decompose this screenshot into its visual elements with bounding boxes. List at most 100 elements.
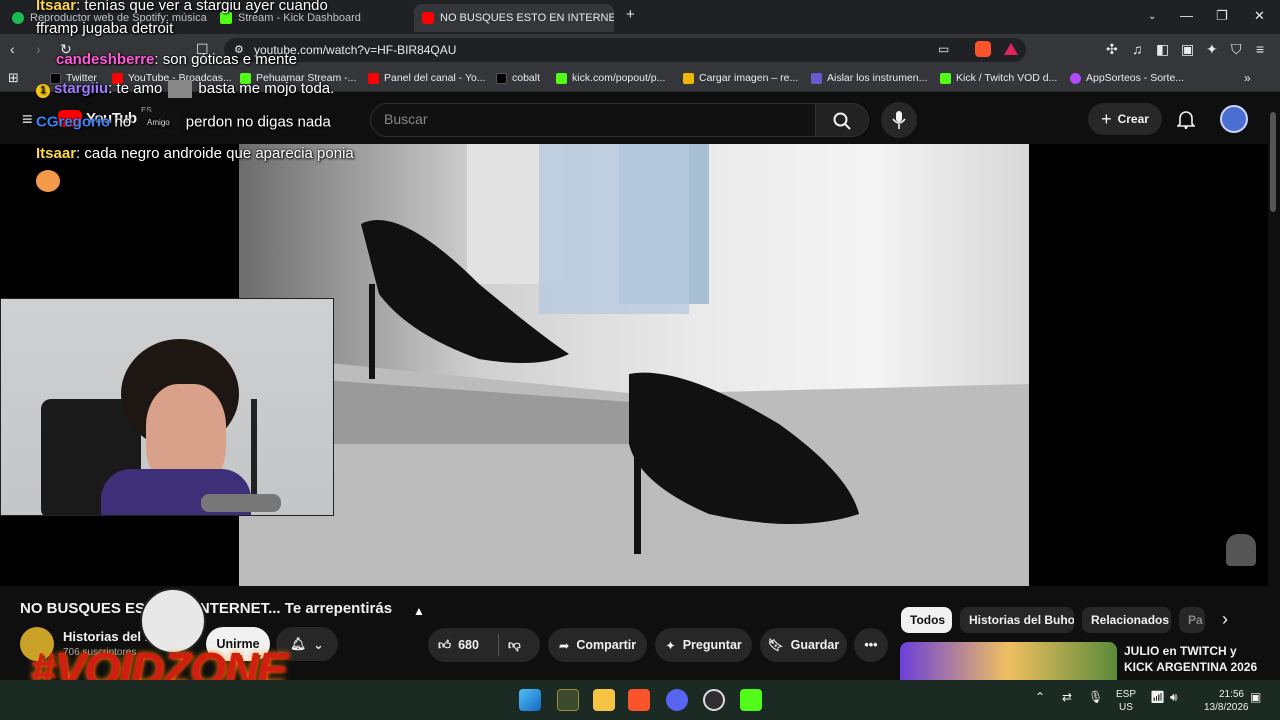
wallet-icon[interactable]: ▣ (1181, 41, 1194, 58)
channel-watermark-owl-icon[interactable] (1226, 534, 1256, 566)
widgets-icon[interactable] (557, 689, 579, 711)
more-bookmarks-icon[interactable]: » (1244, 71, 1251, 85)
bookmark-cargar-imagen[interactable]: Cargar imagen – re... (683, 72, 798, 84)
chips-next-icon[interactable]: › (1222, 609, 1228, 630)
chat-user: candeshberre (56, 51, 155, 68)
chip-todos[interactable]: Todos (901, 607, 952, 633)
share-button[interactable]: ➦ Compartir (548, 628, 647, 662)
youtube-icon (368, 72, 379, 84)
save-icon: 🔖︎ (767, 637, 784, 652)
bookmark-cobalt[interactable]: cobalt (496, 72, 540, 84)
brave-icon[interactable] (628, 689, 650, 711)
appsorteos-icon (1070, 72, 1081, 84)
page-scrollbar[interactable] (1270, 112, 1276, 212)
chat-text: tenías que ver a stargiu ayer cuando (84, 0, 328, 14)
voice-search-button[interactable] (881, 102, 917, 138)
search-button[interactable] (815, 103, 869, 137)
like-button[interactable]: 👍︎ 680 (438, 638, 479, 653)
share-label: Compartir (576, 638, 637, 652)
tab-youtube-active[interactable]: NO BUSQUES ESTO EN INTERNE ✕ (414, 4, 614, 32)
forward-icon[interactable]: › (36, 41, 41, 57)
search-input[interactable]: Buscar (370, 103, 816, 137)
bookmark-aislar[interactable]: Aislar los instrumen... (811, 72, 927, 84)
more-actions-button[interactable]: ••• (854, 628, 888, 662)
chat-message: CGregorio no Amigo perdon no digas nada (36, 112, 331, 133)
language-indicator[interactable]: ESP US (1116, 688, 1136, 714)
avatar[interactable] (1220, 105, 1248, 133)
back-icon[interactable]: ‹ (10, 41, 15, 57)
chat-text: cada negro androide que aparecia ponia (84, 145, 354, 162)
chip-historias[interactable]: Historias del Buho (960, 607, 1074, 633)
ask-button[interactable]: ✦ Preguntar (655, 628, 752, 662)
chip-relacionados[interactable]: Relacionados (1082, 607, 1171, 633)
tab-label: NO BUSQUES ESTO EN INTERNE (440, 12, 614, 24)
chat-text: perdon no digas nada (185, 113, 331, 131)
tray-app-icon[interactable]: ⇄ (1062, 690, 1072, 704)
sub-badge-icon: 1 (36, 84, 50, 98)
chat-user: Itsaar (36, 145, 77, 162)
extensions-icon[interactable]: ✣ (1106, 41, 1118, 58)
new-tab-button[interactable]: + (626, 6, 635, 23)
time-text: 21:56 (1218, 689, 1244, 700)
file-explorer-icon[interactable] (593, 689, 615, 711)
maximize-button[interactable]: ❐ (1216, 8, 1228, 24)
microphone-icon (892, 111, 906, 129)
bookmark-label: cobalt (512, 72, 541, 84)
bookmark-label: Panel del canal - Yo... (384, 72, 486, 84)
bookmark-appsorteos[interactable]: AppSorteos - Sorte... (1070, 72, 1184, 84)
vpn-icon[interactable]: ⛉ (1231, 41, 1242, 58)
save-button[interactable]: 🔖︎ Guardar (760, 628, 847, 662)
bookmark-kick-vod[interactable]: Kick / Twitch VOD d... (940, 72, 1057, 84)
lang-text: ESP (1116, 689, 1137, 700)
chevron-down-icon: ⌄ (313, 637, 324, 652)
chat-user: Itsaar (36, 0, 77, 14)
dislike-button[interactable]: 👎︎ (508, 638, 521, 653)
related-video-thumbnail[interactable] (900, 642, 1117, 680)
url-field[interactable]: ⚙ youtube.com/watch?v=HF-BIR84QAU (224, 38, 1026, 62)
spotify-icon (12, 12, 24, 24)
tray-overflow-icon[interactable]: ⌃ (1035, 690, 1045, 704)
minimize-button[interactable]: — (1180, 8, 1193, 23)
hamburger-menu-icon[interactable]: ≡ (22, 109, 33, 130)
video-frame[interactable] (239, 144, 1029, 586)
chip-label: Relacionados (1091, 613, 1170, 627)
sidebar-icon[interactable]: ◧ (1156, 41, 1169, 58)
create-button[interactable]: + Crear (1088, 103, 1162, 135)
leo-icon[interactable]: ✦ (1206, 41, 1218, 58)
start-icon[interactable] (519, 689, 541, 711)
bookmark-label: Cargar imagen – re... (699, 72, 799, 84)
cast-icon[interactable]: ▭ (938, 42, 949, 56)
chat-text: fframp jugaba detroit (36, 20, 174, 37)
menu-icon[interactable]: ≡ (1256, 41, 1264, 57)
notification-center-icon[interactable]: ▣ (1250, 690, 1261, 704)
related-video-title[interactable]: JULIO en TWITCH y KICK ARGENTINA 2026 (1124, 643, 1264, 675)
apps-icon[interactable]: ⊞ (8, 70, 19, 86)
kick-app-icon[interactable] (740, 689, 762, 711)
rewards-icon[interactable] (1004, 43, 1018, 55)
obs-icon[interactable] (703, 689, 725, 711)
mic-tray-icon[interactable]: 🎙︎ (1088, 690, 1103, 704)
bookmark-label: Aislar los instrumen... (827, 72, 928, 84)
tab-list-icon[interactable]: ⌄ (1148, 11, 1156, 22)
chip-label: Todos (910, 613, 946, 627)
chip-partial[interactable]: Pa (1179, 607, 1205, 633)
wifi-icon[interactable]: 📶︎ (1150, 690, 1165, 704)
emote-icon (168, 80, 193, 99)
discord-icon[interactable] (666, 689, 688, 711)
bookmark-panel[interactable]: Panel del canal - Yo... (368, 72, 486, 84)
mouse-cursor-icon: ▲ (413, 604, 425, 618)
save-label: Guardar (790, 638, 840, 652)
brave-shield-icon[interactable] (975, 41, 991, 57)
sparkle-icon: ✦ (665, 638, 676, 653)
bookmark-kick-popout[interactable]: kick.com/popout/p... (556, 72, 665, 84)
clock[interactable]: 21:56 13/8/2026 (1204, 688, 1249, 714)
like-dislike-group: 👍︎ 680 👎︎ (428, 628, 540, 662)
chat-text: basta me mojo toda. (198, 80, 335, 97)
music-icon[interactable]: ♫ (1132, 41, 1143, 57)
volume-icon[interactable]: 🔊︎ (1170, 690, 1178, 705)
notifications-bell-icon[interactable] (1177, 109, 1195, 129)
plus-icon: + (1101, 108, 1112, 129)
chat-message: 1 stargiiu: te amo basta me mojo toda. (36, 80, 335, 99)
thumbs-down-icon: 👎︎ (508, 637, 521, 652)
close-window-button[interactable]: ✕ (1254, 8, 1265, 24)
